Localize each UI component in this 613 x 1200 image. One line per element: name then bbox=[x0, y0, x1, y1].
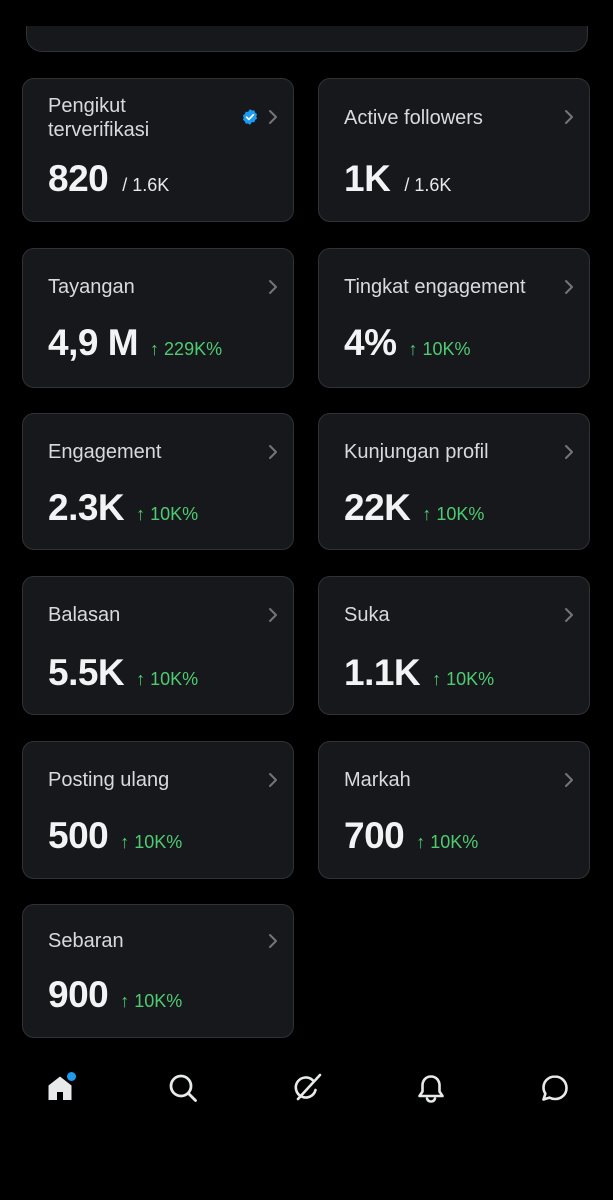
card-value: 900 ↑ 10K% bbox=[48, 975, 182, 1021]
card-label: Tingkat engagement bbox=[344, 276, 526, 298]
card-engagement-rate[interactable]: Tingkat engagement 4% ↑ 10K% bbox=[318, 248, 590, 388]
card-label: Markah bbox=[344, 769, 411, 791]
card-delta: ↑ 10K% bbox=[120, 832, 183, 852]
previous-card-edge bbox=[26, 26, 588, 52]
card-delta: ↑ 10K% bbox=[416, 832, 479, 852]
card-replies[interactable]: Balasan 5.5K ↑ 10K% bbox=[22, 576, 294, 715]
card-profile-visits[interactable]: Kunjungan profil 22K ↑ 10K% bbox=[318, 413, 590, 550]
card-impressions[interactable]: Tayangan 4,9 M ↑ 229K% bbox=[22, 248, 294, 388]
card-value-total: / 1.6K bbox=[404, 175, 452, 195]
card-delta: ↑ 10K% bbox=[136, 669, 199, 689]
card-value-number: 5.5K bbox=[48, 652, 125, 693]
bell-icon bbox=[418, 1075, 444, 1103]
card-delta: ↑ 10K% bbox=[432, 669, 495, 689]
card-value: 2.3K ↑ 10K% bbox=[48, 488, 198, 534]
nav-home[interactable] bbox=[40, 1068, 80, 1108]
card-value: 700 ↑ 10K% bbox=[344, 816, 478, 862]
card-active-followers[interactable]: Active followers 1K / 1.6K bbox=[318, 78, 590, 222]
card-label: Suka bbox=[344, 604, 390, 626]
card-value: 4,9 M ↑ 229K% bbox=[48, 323, 222, 369]
card-delta: ↑ 10K% bbox=[136, 504, 199, 524]
card-value-number: 1K bbox=[344, 158, 391, 199]
card-label: Engagement bbox=[48, 441, 162, 463]
nav-messages[interactable] bbox=[535, 1068, 575, 1108]
chevron-right-icon bbox=[565, 608, 573, 622]
card-label: Sebaran bbox=[48, 930, 124, 952]
card-delta: ↑ 10K% bbox=[408, 339, 471, 359]
card-delta: ↑ 10K% bbox=[120, 991, 183, 1011]
card-shares[interactable]: Sebaran 900 ↑ 10K% bbox=[22, 904, 294, 1038]
card-value: 1.1K ↑ 10K% bbox=[344, 653, 494, 699]
card-value: 4% ↑ 10K% bbox=[344, 323, 471, 369]
card-value-number: 4% bbox=[344, 322, 397, 363]
card-value-number: 900 bbox=[48, 974, 109, 1015]
card-value-total: / 1.6K bbox=[122, 175, 170, 195]
chevron-right-icon bbox=[269, 445, 277, 459]
card-value-number: 22K bbox=[344, 487, 411, 528]
messages-icon bbox=[542, 1075, 568, 1101]
chevron-right-icon bbox=[565, 280, 573, 294]
nav-notifications[interactable] bbox=[411, 1068, 451, 1108]
chevron-right-icon bbox=[269, 280, 277, 294]
card-delta: ↑ 10K% bbox=[422, 504, 485, 524]
card-value: 5.5K ↑ 10K% bbox=[48, 653, 198, 699]
card-label: Balasan bbox=[48, 604, 121, 626]
card-value-number: 2.3K bbox=[48, 487, 125, 528]
card-value-number: 820 bbox=[48, 158, 109, 199]
analytics-screen: Pengikut terverifikasi 820 / 1.6K Active … bbox=[0, 0, 613, 1200]
card-bookmarks[interactable]: Markah 700 ↑ 10K% bbox=[318, 741, 590, 879]
chevron-right-icon bbox=[269, 110, 277, 124]
verified-badge-icon bbox=[242, 109, 258, 125]
card-label-line1: Pengikut bbox=[48, 95, 126, 117]
search-icon bbox=[169, 1074, 197, 1102]
card-engagement[interactable]: Engagement 2.3K ↑ 10K% bbox=[22, 413, 294, 550]
card-value: 22K ↑ 10K% bbox=[344, 488, 484, 534]
card-likes[interactable]: Suka 1.1K ↑ 10K% bbox=[318, 576, 590, 715]
card-label: Kunjungan profil bbox=[344, 441, 489, 463]
card-delta: ↑ 229K% bbox=[150, 339, 223, 359]
card-label-line2: terverifikasi bbox=[48, 119, 150, 141]
card-reposts[interactable]: Posting ulang 500 ↑ 10K% bbox=[22, 741, 294, 879]
nav-search[interactable] bbox=[163, 1068, 203, 1108]
chevron-right-icon bbox=[269, 773, 277, 787]
card-label: Pengikut terverifikasi bbox=[48, 94, 149, 142]
chevron-right-icon bbox=[565, 110, 573, 124]
card-label: Active followers bbox=[344, 107, 483, 129]
card-value: 820 / 1.6K bbox=[48, 159, 169, 205]
card-value-number: 500 bbox=[48, 815, 109, 856]
chevron-right-icon bbox=[269, 608, 277, 622]
card-label: Tayangan bbox=[48, 276, 135, 298]
card-value: 500 ↑ 10K% bbox=[48, 816, 182, 862]
card-label: Posting ulang bbox=[48, 769, 170, 791]
card-value-number: 700 bbox=[344, 815, 405, 856]
card-value-number: 1.1K bbox=[344, 652, 421, 693]
nav-grok[interactable] bbox=[287, 1068, 327, 1108]
notification-dot bbox=[67, 1072, 76, 1081]
card-verified-followers[interactable]: Pengikut terverifikasi 820 / 1.6K bbox=[22, 78, 294, 222]
card-value: 1K / 1.6K bbox=[344, 159, 451, 205]
chevron-right-icon bbox=[269, 934, 277, 948]
bottom-navigation-bar bbox=[0, 1050, 613, 1130]
grok-icon bbox=[294, 1073, 322, 1101]
chevron-right-icon bbox=[565, 445, 573, 459]
card-value-number: 4,9 M bbox=[48, 322, 139, 363]
chevron-right-icon bbox=[565, 773, 573, 787]
